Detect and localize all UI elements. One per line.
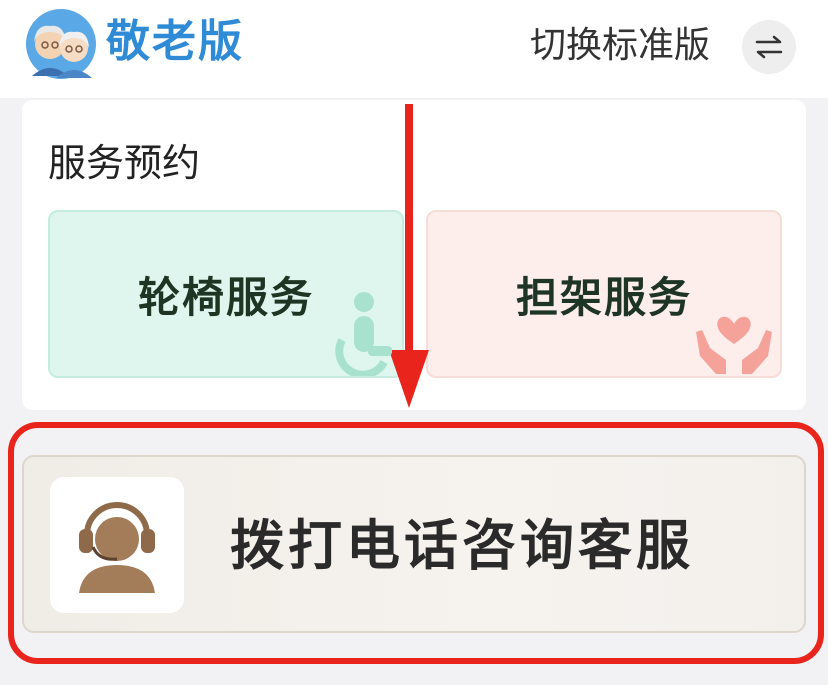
swap-arrows-icon [755, 35, 783, 59]
switch-version-button[interactable] [742, 20, 796, 74]
call-icon-box [50, 477, 184, 613]
tile-label: 担架服务 [515, 272, 692, 322]
call-customer-service-button[interactable]: 拨打电话咨询客服 [22, 455, 806, 633]
elderly-couple-logo-icon [22, 4, 100, 80]
brand-title: 敬老版 [106, 16, 244, 67]
section-title: 服务预约 [48, 141, 201, 185]
headset-agent-icon [79, 502, 155, 593]
stretcher-service-tile[interactable]: 担架服务 [426, 210, 782, 378]
tile-label: 轮椅服务 [137, 272, 314, 322]
call-button-label: 拨打电话咨询客服 [230, 514, 694, 577]
wheelchair-icon [335, 292, 392, 376]
switch-standard-label[interactable]: 切换标准版 [530, 22, 710, 70]
header-bar: 敬老版 切换标准版 [0, 0, 828, 98]
heart-hands-icon [696, 316, 772, 374]
wheelchair-service-tile[interactable]: 轮椅服务 [48, 210, 404, 378]
